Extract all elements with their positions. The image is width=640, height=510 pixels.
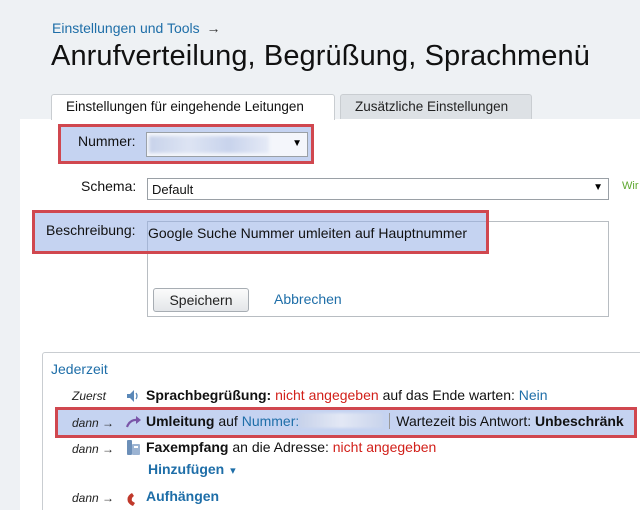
number-redacted (149, 136, 269, 153)
tab-incoming-lines[interactable]: Einstellungen für eingehende Leitungen (51, 94, 335, 120)
rule-title[interactable]: Faxempfang (146, 439, 228, 455)
chevron-down-icon: ▾ (230, 465, 236, 477)
rule-row-fax: Faxempfang an die Adresse: nicht angegeb… (146, 439, 436, 455)
description-value[interactable]: Google Suche Nummer umleiten auf Hauptnu… (148, 225, 467, 241)
rule-status[interactable]: nicht angegeben (275, 387, 379, 403)
step-label: dann → (72, 491, 115, 505)
divider (389, 413, 391, 429)
step-label: dann → (72, 416, 115, 430)
rule-row-forward: Umleitung auf Nummer: Wartezeit bis Antwo… (146, 413, 624, 429)
rule-text: auf (218, 413, 238, 429)
save-button[interactable]: Speichern (153, 288, 249, 312)
rule-title[interactable]: Sprachbegrüßung: (146, 387, 271, 403)
chevron-down-icon: ▼ (292, 138, 302, 149)
rule-title[interactable]: Aufhängen (146, 488, 219, 504)
section-title-jederzeit[interactable]: Jederzeit (51, 361, 108, 377)
breadcrumb-arrow: → (206, 20, 221, 36)
rule-title[interactable]: Umleitung (146, 413, 214, 429)
breadcrumb-link[interactable]: Einstellungen und Tools (52, 20, 200, 36)
rule-value[interactable]: Nein (519, 387, 548, 403)
breadcrumb: Einstellungen und Tools → (52, 20, 221, 36)
add-button[interactable]: Hinzufügen ▾ (148, 461, 236, 477)
number-select[interactable]: ▼ (146, 132, 308, 157)
number-redacted (299, 413, 384, 428)
fax-icon (127, 440, 140, 455)
rule-status[interactable]: nicht angegeben (333, 439, 437, 455)
rule-row-greeting: Sprachbegrüßung: nicht angegeben auf das… (146, 387, 548, 403)
schema-label: Schema: (81, 178, 137, 194)
wait-label: Wartezeit bis Antwort: (396, 413, 532, 429)
speaker-icon (127, 390, 138, 402)
tab-additional-settings[interactable]: Zusätzliche Einstellungen (340, 94, 532, 120)
schema-select[interactable]: Default ▼ (147, 178, 609, 200)
rule-text: auf das Ende warten: (382, 387, 515, 403)
add-label: Hinzufügen (148, 461, 225, 477)
hangup-phone-icon (127, 493, 135, 506)
schema-hint: Wir (622, 180, 639, 192)
cancel-button[interactable]: Abbrechen (274, 291, 342, 307)
page-title: Anrufverteilung, Begrüßung, Sprachmenü (51, 40, 590, 72)
step-label: dann → (72, 442, 115, 456)
wait-value[interactable]: Unbeschränk (535, 413, 624, 429)
chevron-down-icon: ▼ (593, 182, 603, 193)
forward-arrow-icon (125, 416, 141, 428)
step-label: Zuerst (72, 389, 107, 403)
number-label: Nummer: (78, 133, 136, 149)
schema-value: Default (152, 182, 194, 197)
description-label: Beschreibung: (46, 222, 136, 238)
forward-number-link[interactable]: Nummer: (242, 413, 300, 429)
rule-row-hangup: Aufhängen (146, 488, 219, 504)
rule-text: an die Adresse: (232, 439, 329, 455)
